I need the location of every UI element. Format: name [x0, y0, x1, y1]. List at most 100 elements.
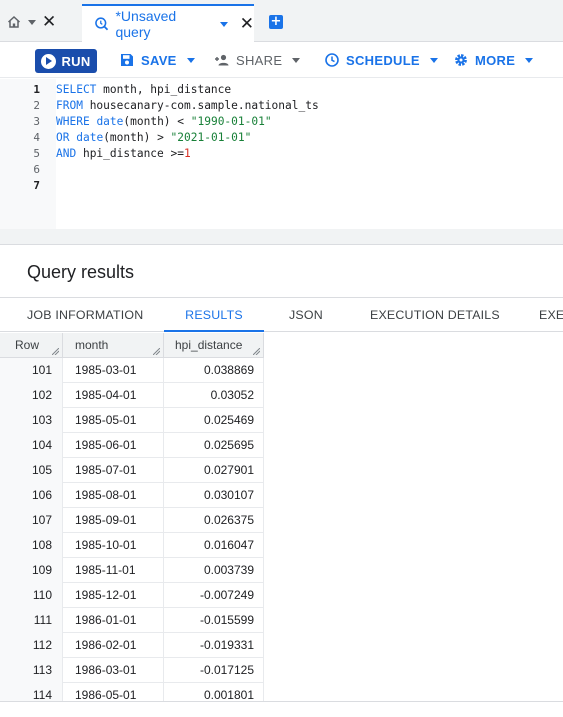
month-cell[interactable]: 1985-08-01	[63, 483, 164, 508]
code-token: "2021-01-01"	[170, 131, 252, 144]
row-number-cell[interactable]: 102	[0, 383, 63, 408]
results-tabs: JOB INFORMATION RESULTS JSON EXECUTION D…	[0, 297, 563, 332]
more-button[interactable]: MORE	[453, 52, 534, 68]
code-line[interactable]: WHERE date(month) < "1990-01-01"	[56, 114, 272, 130]
tab-job-information[interactable]: JOB INFORMATION	[27, 298, 143, 332]
hpi-distance-cell[interactable]: 0.038869	[164, 358, 264, 383]
table-row[interactable]: 112 1986-02-01 -0.019331	[0, 633, 264, 658]
hpi-distance-cell[interactable]: -0.015599	[164, 608, 264, 633]
home-menu-chevron-down-icon[interactable]	[28, 19, 36, 25]
gear-icon	[455, 54, 467, 66]
editor-resize-bar[interactable]	[0, 229, 563, 245]
hpi-distance-cell[interactable]: -0.019331	[164, 633, 264, 658]
row-number-cell[interactable]: 106	[0, 483, 63, 508]
row-number-cell[interactable]: 107	[0, 508, 63, 533]
sql-editor[interactable]: 1234567 SELECT month, hpi_distance FROM h…	[0, 79, 563, 245]
code-line[interactable]: SELECT month, hpi_distance	[56, 82, 231, 98]
table-row[interactable]: 110 1985-12-01 -0.007249	[0, 583, 264, 608]
month-cell[interactable]: 1985-09-01	[63, 508, 164, 533]
hpi-distance-cell[interactable]: -0.017125	[164, 658, 264, 683]
more-chevron-down-icon	[525, 57, 534, 63]
row-number-cell[interactable]: 109	[0, 558, 63, 583]
code-token: "1990-01-01"	[190, 115, 272, 128]
hpi-distance-cell[interactable]: 0.025469	[164, 408, 264, 433]
month-cell[interactable]: 1985-10-01	[63, 533, 164, 558]
row-number-cell[interactable]: 112	[0, 633, 63, 658]
tab-execution-details[interactable]: EXECUTION DETAILS	[370, 298, 500, 332]
table-row[interactable]: 102 1985-04-01 0.03052	[0, 383, 264, 408]
column-header-row[interactable]: Row	[0, 333, 63, 358]
table-row[interactable]: 103 1985-05-01 0.025469	[0, 408, 264, 433]
hpi-distance-cell[interactable]: 0.026375	[164, 508, 264, 533]
tab-results[interactable]: RESULTS	[164, 298, 264, 332]
table-row[interactable]: 104 1985-06-01 0.025695	[0, 433, 264, 458]
save-button[interactable]: SAVE	[119, 52, 195, 68]
line-number: 2	[33, 99, 40, 112]
hpi-distance-cell[interactable]: 0.016047	[164, 533, 264, 558]
table-row[interactable]: 106 1985-08-01 0.030107	[0, 483, 264, 508]
tab-close-icon[interactable]: ✕	[240, 15, 254, 33]
table-row[interactable]: 108 1985-10-01 0.016047	[0, 533, 264, 558]
month-cell[interactable]: 1985-11-01	[63, 558, 164, 583]
code-line[interactable]: FROM housecanary-com.sample.national_ts	[56, 98, 319, 114]
horizontal-scrollbar[interactable]	[0, 701, 563, 717]
code-line[interactable]: OR date(month) > "2021-01-01"	[56, 130, 251, 146]
hpi-distance-cell[interactable]: 0.027901	[164, 458, 264, 483]
line-number: 7	[33, 179, 40, 192]
line-number-gutter: 1 2 3 4 5 6 7	[0, 79, 56, 229]
row-number-cell[interactable]: 113	[0, 658, 63, 683]
row-number-cell[interactable]: 108	[0, 533, 63, 558]
month-cell[interactable]: 1985-06-01	[63, 433, 164, 458]
tab-execution-graph[interactable]: EXEC	[539, 298, 563, 332]
month-cell[interactable]: 1985-04-01	[63, 383, 164, 408]
run-button-label: RUN	[61, 53, 91, 69]
tab-bar: ✕ *Unsaved query ✕ +	[0, 0, 563, 42]
home-icon[interactable]	[6, 14, 22, 30]
row-number-cell[interactable]: 110	[0, 583, 63, 608]
hpi-distance-cell[interactable]: 0.03052	[164, 383, 264, 408]
month-cell[interactable]: 1985-07-01	[63, 458, 164, 483]
resize-handle-icon[interactable]	[153, 348, 160, 355]
month-cell[interactable]: 1986-01-01	[63, 608, 164, 633]
run-button[interactable]: RUN	[35, 49, 97, 73]
column-header-hpi-distance[interactable]: hpi_distance	[164, 333, 264, 358]
row-number-cell[interactable]: 104	[0, 433, 63, 458]
table-row[interactable]: 105 1985-07-01 0.027901	[0, 458, 264, 483]
schedule-button-label: SCHEDULE	[346, 52, 420, 68]
home-tab[interactable]: ✕	[6, 10, 56, 34]
line-number: 3	[33, 115, 40, 128]
row-number-cell[interactable]: 111	[0, 608, 63, 633]
home-close-icon[interactable]: ✕	[42, 13, 56, 31]
row-number-cell[interactable]: 103	[0, 408, 63, 433]
table-row[interactable]: 109 1985-11-01 0.003739	[0, 558, 264, 583]
tab-menu-chevron-down-icon[interactable]	[219, 21, 228, 27]
column-header-month[interactable]: month	[63, 333, 164, 358]
hpi-distance-cell[interactable]: 0.003739	[164, 558, 264, 583]
table-row[interactable]: 107 1985-09-01 0.026375	[0, 508, 264, 533]
share-button[interactable]: SHARE	[214, 52, 301, 68]
tab-unsaved-query[interactable]: *Unsaved query ✕	[82, 4, 254, 42]
row-number-cell[interactable]: 105	[0, 458, 63, 483]
table-row[interactable]: 101 1985-03-01 0.038869	[0, 358, 264, 383]
table-row[interactable]: 111 1986-01-01 -0.015599	[0, 608, 264, 633]
resize-handle-icon[interactable]	[52, 348, 59, 355]
new-tab-plus-icon[interactable]: +	[269, 15, 283, 29]
code-line[interactable]: AND hpi_distance >=1	[56, 146, 191, 162]
tab-json[interactable]: JSON	[289, 298, 323, 332]
month-cell[interactable]: 1986-03-01	[63, 658, 164, 683]
hpi-distance-cell[interactable]: -0.007249	[164, 583, 264, 608]
clock-icon	[325, 53, 339, 67]
resize-handle-icon[interactable]	[253, 348, 260, 355]
month-cell[interactable]: 1985-03-01	[63, 358, 164, 383]
hpi-distance-cell[interactable]: 0.025695	[164, 433, 264, 458]
month-cell[interactable]: 1985-05-01	[63, 408, 164, 433]
tab-title: *Unsaved query	[115, 8, 177, 40]
schedule-button[interactable]: SCHEDULE	[324, 52, 438, 68]
code-area[interactable]: SELECT month, hpi_distance FROM housecana…	[56, 79, 563, 229]
hpi-distance-cell[interactable]: 0.030107	[164, 483, 264, 508]
month-cell[interactable]: 1986-02-01	[63, 633, 164, 658]
row-number-cell[interactable]: 101	[0, 358, 63, 383]
table-row[interactable]: 113 1986-03-01 -0.017125	[0, 658, 264, 683]
save-chevron-down-icon	[186, 57, 195, 63]
month-cell[interactable]: 1985-12-01	[63, 583, 164, 608]
